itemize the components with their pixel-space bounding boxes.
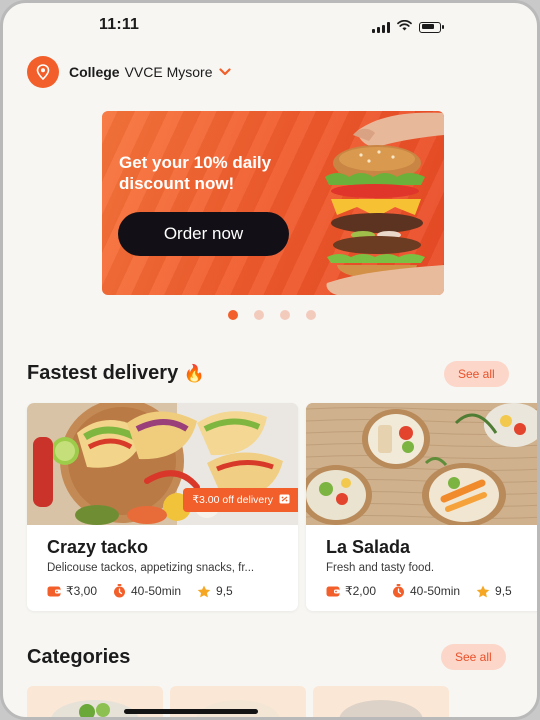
star-icon [476, 585, 490, 597]
restaurant-meta: ₹3,00 40-50min 9,5 [47, 584, 249, 598]
carousel-indicators [228, 310, 316, 320]
restaurant-image [306, 403, 537, 525]
restaurant-description: Fresh and tasty food. [326, 562, 435, 574]
restaurant-description: Delicouse tackos, appetizing snacks, fr.… [47, 562, 255, 574]
location-type: College [69, 64, 120, 80]
category-image [196, 700, 280, 717]
cellular-signal-icon [372, 21, 390, 33]
restaurant-rating: 9,5 [476, 584, 512, 598]
home-indicator[interactable] [124, 709, 258, 714]
star-icon [197, 585, 211, 597]
delivery-fee: ₹3,00 [47, 584, 97, 598]
carousel-dot[interactable] [280, 310, 290, 320]
category-tile[interactable] [170, 686, 306, 717]
location-name: VVCE Mysore [124, 64, 213, 80]
banner-headline: Get your 10% daily discount now! [119, 153, 272, 193]
carousel-dot[interactable] [254, 310, 264, 320]
battery-icon [419, 21, 444, 33]
status-icons [372, 18, 444, 36]
delivery-fee: ₹2,00 [326, 584, 376, 598]
ticket-icon [279, 494, 290, 507]
carousel-dot-active[interactable] [228, 310, 238, 320]
delivery-time: 40-50min [392, 584, 460, 598]
category-tile[interactable] [313, 686, 449, 717]
burger-illustration [325, 112, 444, 295]
fastest-delivery-see-all-button[interactable]: See all [444, 361, 509, 387]
category-image [339, 700, 423, 717]
category-tile[interactable] [27, 686, 163, 717]
restaurant-card[interactable]: La Salada Fresh and tasty food. ₹2,00 40… [306, 403, 537, 611]
location-pin-icon [27, 56, 59, 88]
delivery-time: 40-50min [113, 584, 181, 598]
timer-icon [114, 584, 125, 598]
category-image [51, 700, 139, 717]
chevron-down-icon [218, 68, 231, 76]
status-bar: 11:11 [3, 3, 537, 47]
restaurant-card[interactable]: ₹3.00 off delivery Crazy tacko Delicouse… [27, 403, 298, 611]
categories-title: Categories [27, 646, 131, 668]
phone-frame: 11:11 College VVCE Mysore Get your 10% d… [0, 0, 540, 720]
carousel-dot[interactable] [306, 310, 316, 320]
restaurant-name: La Salada [326, 537, 411, 557]
delivery-promo-badge: ₹3.00 off delivery [183, 488, 298, 512]
restaurant-name: Crazy tacko [47, 537, 149, 557]
wallet-icon [47, 586, 61, 596]
location-selector[interactable]: College VVCE Mysore [27, 56, 231, 88]
promo-text: ₹3.00 off delivery [192, 494, 273, 506]
promo-banner[interactable]: Get your 10% daily discount now! Order n… [102, 111, 444, 295]
fastest-delivery-heading: Fastest delivery 🔥 [27, 362, 205, 385]
timer-icon [393, 584, 404, 598]
fastest-delivery-title: Fastest delivery [27, 362, 179, 384]
wallet-icon [326, 586, 340, 596]
wifi-icon [397, 18, 412, 36]
order-now-button[interactable]: Order now [118, 212, 289, 256]
status-time: 11:11 [99, 16, 140, 33]
categories-see-all-button[interactable]: See all [441, 644, 506, 670]
fire-icon: 🔥 [183, 364, 205, 383]
restaurant-rating: 9,5 [197, 584, 233, 598]
restaurant-meta: ₹2,00 40-50min 9,5 [326, 584, 528, 598]
